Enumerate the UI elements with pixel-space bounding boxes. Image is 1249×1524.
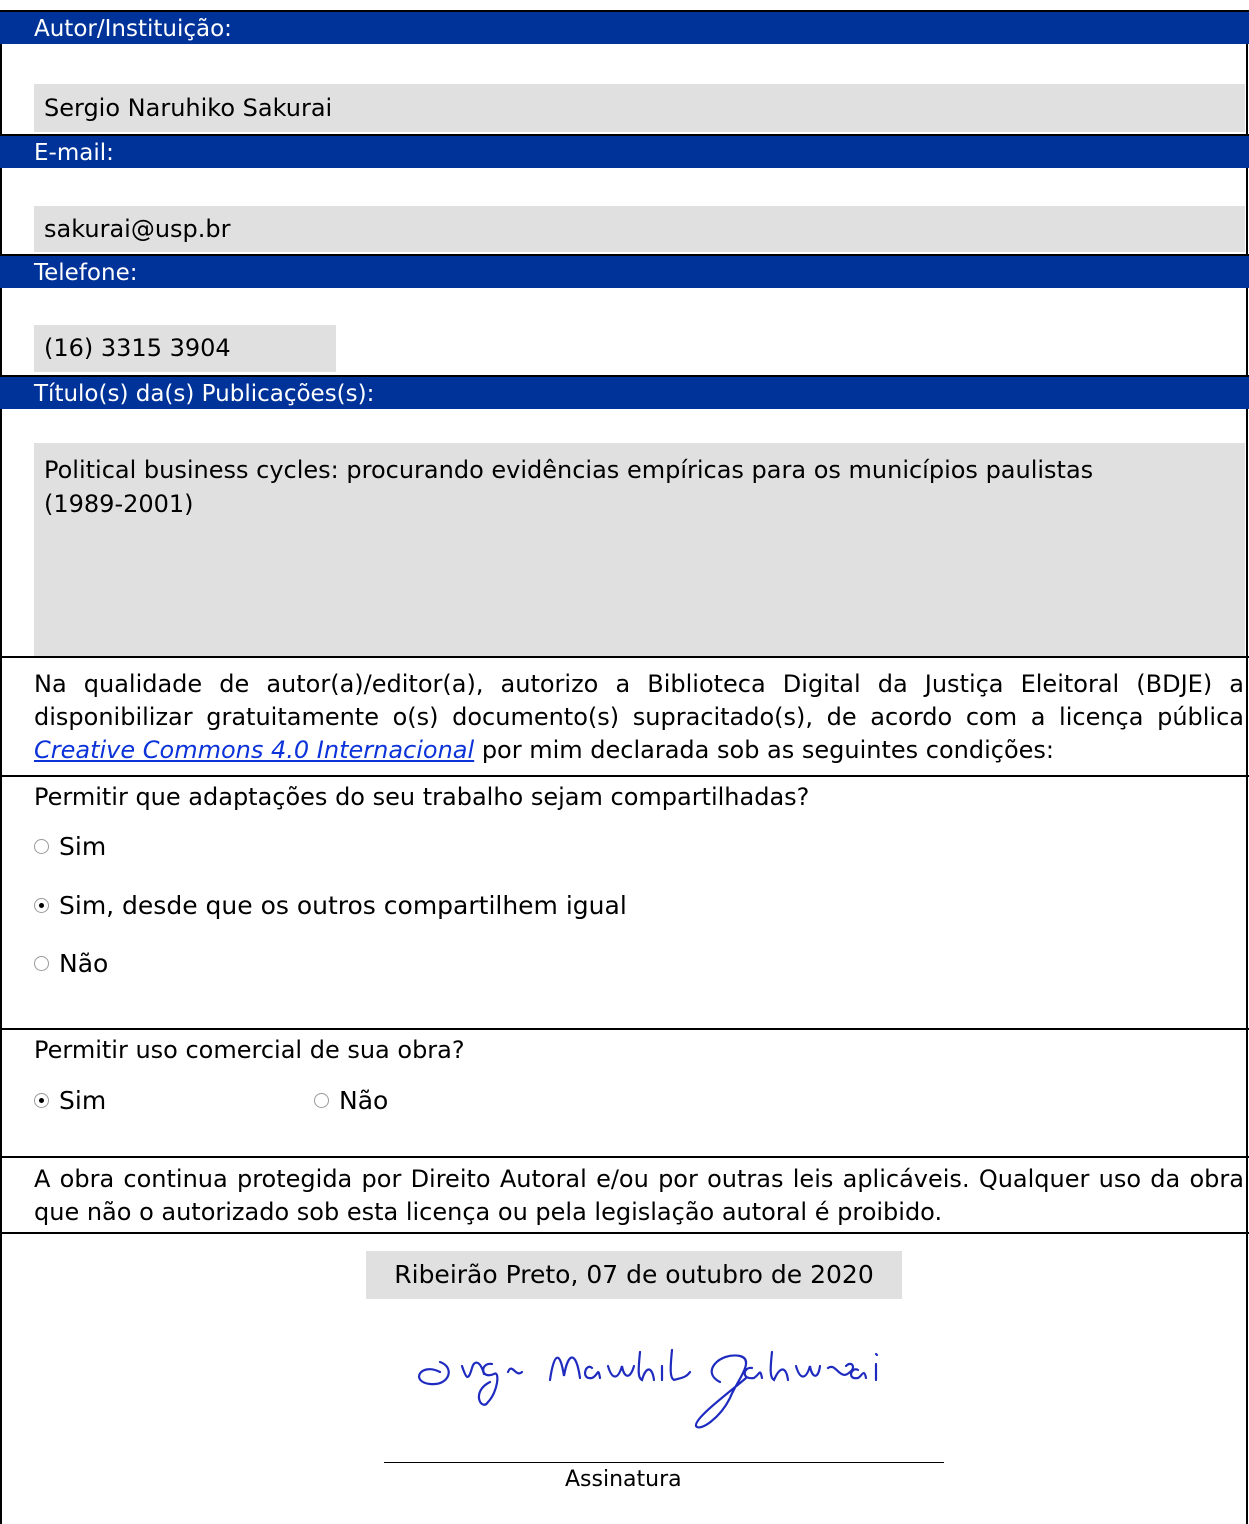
handwritten-signature (418, 1348, 879, 1429)
adaptations-question: Permitir que adaptações do seu trabalho … (34, 783, 810, 811)
authorization-paragraph: Na qualidade de autor(a)/editor(a), auto… (34, 668, 1244, 767)
divider (0, 656, 1249, 658)
divider (0, 1156, 1249, 1158)
signature-line (384, 1462, 944, 1463)
publication-title-line-1: Political business cycles: procurando ev… (44, 456, 1094, 484)
author-header: Autor/Instituição: (0, 10, 1249, 44)
authorization-text-after: por mim declarada sob as seguintes condi… (474, 736, 1055, 764)
commercial-option-no[interactable]: Não (314, 1086, 388, 1115)
option-label: Sim (59, 832, 107, 861)
radio-unchecked-icon[interactable] (314, 1093, 329, 1108)
authorization-text-before: Na qualidade de autor(a)/editor(a), auto… (34, 670, 1244, 731)
adaptations-option-no[interactable]: Não (34, 949, 108, 978)
commercial-option-yes[interactable]: Sim (34, 1086, 106, 1115)
signature-label: Assinatura (565, 1467, 682, 1492)
divider (0, 1028, 1249, 1030)
option-label: Sim (59, 1086, 107, 1115)
phone-field[interactable]: (16) 3315 3904 (34, 325, 336, 372)
option-label: Não (59, 949, 109, 978)
phone-header: Telefone: (0, 254, 1249, 288)
email-field[interactable]: sakurai@usp.br (34, 206, 1245, 252)
title-header: Título(s) da(s) Publicações(s): (0, 375, 1249, 409)
publication-title-line-2: (1989-2001) (44, 490, 194, 518)
publication-title-field[interactable]: Political business cycles: procurando ev… (34, 443, 1245, 656)
option-label: Não (339, 1086, 389, 1115)
radio-unchecked-icon[interactable] (34, 839, 49, 854)
copyright-notice: A obra continua protegida por Direito Au… (34, 1165, 1244, 1226)
radio-checked-icon[interactable] (34, 1093, 49, 1108)
divider (0, 775, 1249, 777)
divider (0, 1232, 1249, 1234)
author-field[interactable]: Sergio Naruhiko Sakurai (34, 84, 1245, 132)
creative-commons-link[interactable]: Creative Commons 4.0 Internacional (34, 736, 474, 764)
adaptations-option-yes[interactable]: Sim (34, 832, 106, 861)
adaptations-option-share-alike[interactable]: Sim, desde que os outros compartilhem ig… (34, 891, 627, 920)
radio-unchecked-icon[interactable] (34, 956, 49, 971)
option-label: Sim, desde que os outros compartilhem ig… (59, 891, 627, 920)
radio-checked-icon[interactable] (34, 898, 49, 913)
commercial-question: Permitir uso comercial de sua obra? (34, 1036, 465, 1064)
email-header: E-mail: (0, 134, 1249, 168)
place-date-field[interactable]: Ribeirão Preto, 07 de outubro de 2020 (366, 1251, 902, 1299)
